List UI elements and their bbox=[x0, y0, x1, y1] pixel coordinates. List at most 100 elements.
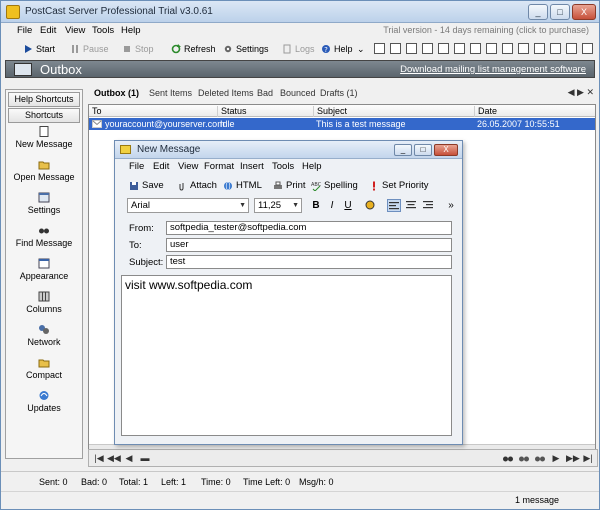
font-size-select[interactable]: 11,25 ▼ bbox=[254, 198, 302, 213]
maximize-button[interactable]: □ bbox=[550, 4, 570, 20]
sidebar-item-open-message[interactable]: Open Message bbox=[6, 159, 82, 182]
sidebar-item-appearance[interactable]: Appearance bbox=[6, 258, 82, 281]
toolbar-slot-4[interactable] bbox=[422, 43, 433, 54]
msg-maximize-button[interactable]: □ bbox=[414, 144, 432, 156]
toolbar-slot-12[interactable] bbox=[550, 43, 561, 54]
nav-last-button[interactable]: ▶| bbox=[582, 452, 594, 464]
table-row[interactable]: youraccount@yourserver.com Idle This is … bbox=[89, 118, 595, 130]
toolbar-slot-11[interactable] bbox=[534, 43, 545, 54]
download-link[interactable]: Download mailing list management softwar… bbox=[400, 64, 586, 75]
start-button[interactable]: Start bbox=[23, 42, 55, 56]
format-overflow-icon[interactable]: » bbox=[444, 199, 458, 212]
tab-shortcuts[interactable]: Shortcuts bbox=[8, 108, 80, 123]
sidebar-item-columns[interactable]: Columns bbox=[6, 291, 82, 314]
tab-help-shortcuts[interactable]: Help Shortcuts bbox=[8, 92, 80, 107]
sidebar-item-compact[interactable]: Compact bbox=[6, 357, 82, 380]
align-center-icon[interactable] bbox=[404, 199, 418, 212]
subject-field[interactable]: test bbox=[166, 255, 452, 269]
msg-save-button[interactable]: Save bbox=[129, 179, 164, 192]
tab-deleted-items[interactable]: Deleted Items bbox=[198, 88, 254, 98]
font-select[interactable]: Arial ▼ bbox=[127, 198, 249, 213]
msg-menu-edit[interactable]: Edit bbox=[153, 161, 169, 172]
bold-button[interactable]: B bbox=[309, 199, 323, 212]
column-header-to[interactable]: To bbox=[89, 106, 102, 117]
column-header-subject[interactable]: Subject bbox=[313, 106, 347, 117]
toolbar-slot-2[interactable] bbox=[390, 43, 401, 54]
sidebar-item-new-message[interactable]: New Message bbox=[6, 126, 82, 149]
toolbar-slot-9[interactable] bbox=[502, 43, 513, 54]
msg-menu-file[interactable]: File bbox=[129, 161, 144, 172]
toolbar-slot-6[interactable] bbox=[454, 43, 465, 54]
sidebar-item-find-message[interactable]: Find Message bbox=[6, 225, 82, 248]
nav-find-icon[interactable] bbox=[502, 452, 514, 464]
status-total: Total: 1 bbox=[119, 477, 149, 487]
msg-attach-button[interactable]: Attach bbox=[177, 179, 217, 192]
toolbar-slot-14[interactable] bbox=[582, 43, 593, 54]
message-body-editor[interactable]: visit www.softpedia.com bbox=[121, 275, 452, 436]
tab-bounced[interactable]: Bounced bbox=[280, 88, 316, 98]
menu-tools[interactable]: Tools bbox=[92, 25, 114, 36]
toolbar: Start Pause Stop Refresh Settings Logs ?… bbox=[1, 39, 599, 59]
tab-outbox[interactable]: Outbox (1) bbox=[94, 88, 139, 98]
msg-close-button[interactable]: X bbox=[434, 144, 458, 156]
underline-button[interactable]: U bbox=[341, 199, 355, 212]
msg-spelling-button[interactable]: ABC Spelling bbox=[311, 179, 358, 192]
nav-next-button[interactable]: ▶ bbox=[550, 452, 562, 464]
minimize-button[interactable]: _ bbox=[528, 4, 548, 20]
pause-button[interactable]: Pause bbox=[70, 42, 109, 56]
help-button[interactable]: ? Help bbox=[321, 42, 353, 56]
tab-bad[interactable]: Bad bbox=[257, 88, 273, 98]
msg-menu-format[interactable]: Format bbox=[204, 161, 234, 172]
align-right-icon[interactable] bbox=[421, 199, 435, 212]
menu-edit[interactable]: Edit bbox=[40, 25, 56, 36]
toolbar-slot-7[interactable] bbox=[470, 43, 481, 54]
nav-first-button[interactable]: |◀ bbox=[93, 452, 105, 464]
nav-next-page-button[interactable]: ▶▶ bbox=[566, 452, 580, 464]
msg-minimize-button[interactable]: _ bbox=[394, 144, 412, 156]
tab-sent-items[interactable]: Sent Items bbox=[149, 88, 192, 98]
toolbar-slot-13[interactable] bbox=[566, 43, 577, 54]
italic-button[interactable]: I bbox=[325, 199, 339, 212]
toolbar-slot-3[interactable] bbox=[406, 43, 417, 54]
trial-notice[interactable]: Trial version - 14 days remaining (click… bbox=[383, 25, 589, 35]
msg-print-button[interactable]: Print bbox=[273, 179, 306, 192]
sidebar-item-updates[interactable]: Updates bbox=[6, 390, 82, 413]
nav-delete-button[interactable]: ▬ bbox=[139, 452, 151, 464]
tab-drafts[interactable]: Drafts (1) bbox=[320, 88, 358, 98]
menu-help[interactable]: Help bbox=[121, 25, 141, 36]
settings-button[interactable]: Settings bbox=[223, 42, 269, 56]
menu-view[interactable]: View bbox=[65, 25, 85, 36]
msg-html-button[interactable]: HTML bbox=[223, 179, 262, 192]
stop-button[interactable]: Stop bbox=[122, 42, 154, 56]
status-msg-per-hour: Msg/h: 0 bbox=[299, 477, 334, 487]
column-header-status[interactable]: Status bbox=[217, 106, 247, 117]
msg-menu-tools[interactable]: Tools bbox=[272, 161, 294, 172]
from-field[interactable]: softpedia_tester@softpedia.com bbox=[166, 221, 452, 235]
nav-find-next-icon[interactable] bbox=[534, 452, 546, 464]
to-field[interactable]: user bbox=[166, 238, 452, 252]
toolbar-slot-8[interactable] bbox=[486, 43, 497, 54]
tab-navigation[interactable]: ◀ ▶ ✕ bbox=[568, 87, 594, 98]
menu-file[interactable]: File bbox=[17, 25, 32, 36]
align-left-icon[interactable] bbox=[387, 199, 401, 212]
close-button[interactable]: X bbox=[572, 4, 596, 20]
nav-prev-page-button[interactable]: ◀◀ bbox=[107, 452, 121, 464]
sidebar-item-network[interactable]: Network bbox=[6, 324, 82, 347]
msg-menu-help[interactable]: Help bbox=[302, 161, 322, 172]
nav-prev-button[interactable]: ◀ bbox=[123, 452, 135, 464]
toolbar-overflow[interactable]: ⌄ bbox=[357, 42, 365, 56]
msg-menu-view[interactable]: View bbox=[178, 161, 198, 172]
sidebar-item-settings[interactable]: Settings bbox=[6, 192, 82, 215]
msg-priority-button[interactable]: Set Priority bbox=[369, 179, 428, 192]
logs-button[interactable]: Logs bbox=[282, 42, 315, 56]
msg-menu-insert[interactable]: Insert bbox=[240, 161, 264, 172]
refresh-button[interactable]: Refresh bbox=[171, 42, 216, 56]
toolbar-slot-10[interactable] bbox=[518, 43, 529, 54]
nav-find-prev-icon[interactable] bbox=[518, 452, 530, 464]
column-header-date[interactable]: Date bbox=[474, 106, 497, 117]
sidebar-item-label: New Message bbox=[15, 139, 73, 149]
toolbar-slot-5[interactable] bbox=[438, 43, 449, 54]
toolbar-slot-1[interactable] bbox=[374, 43, 385, 54]
from-label: From: bbox=[129, 223, 154, 234]
text-color-icon[interactable] bbox=[363, 199, 377, 212]
